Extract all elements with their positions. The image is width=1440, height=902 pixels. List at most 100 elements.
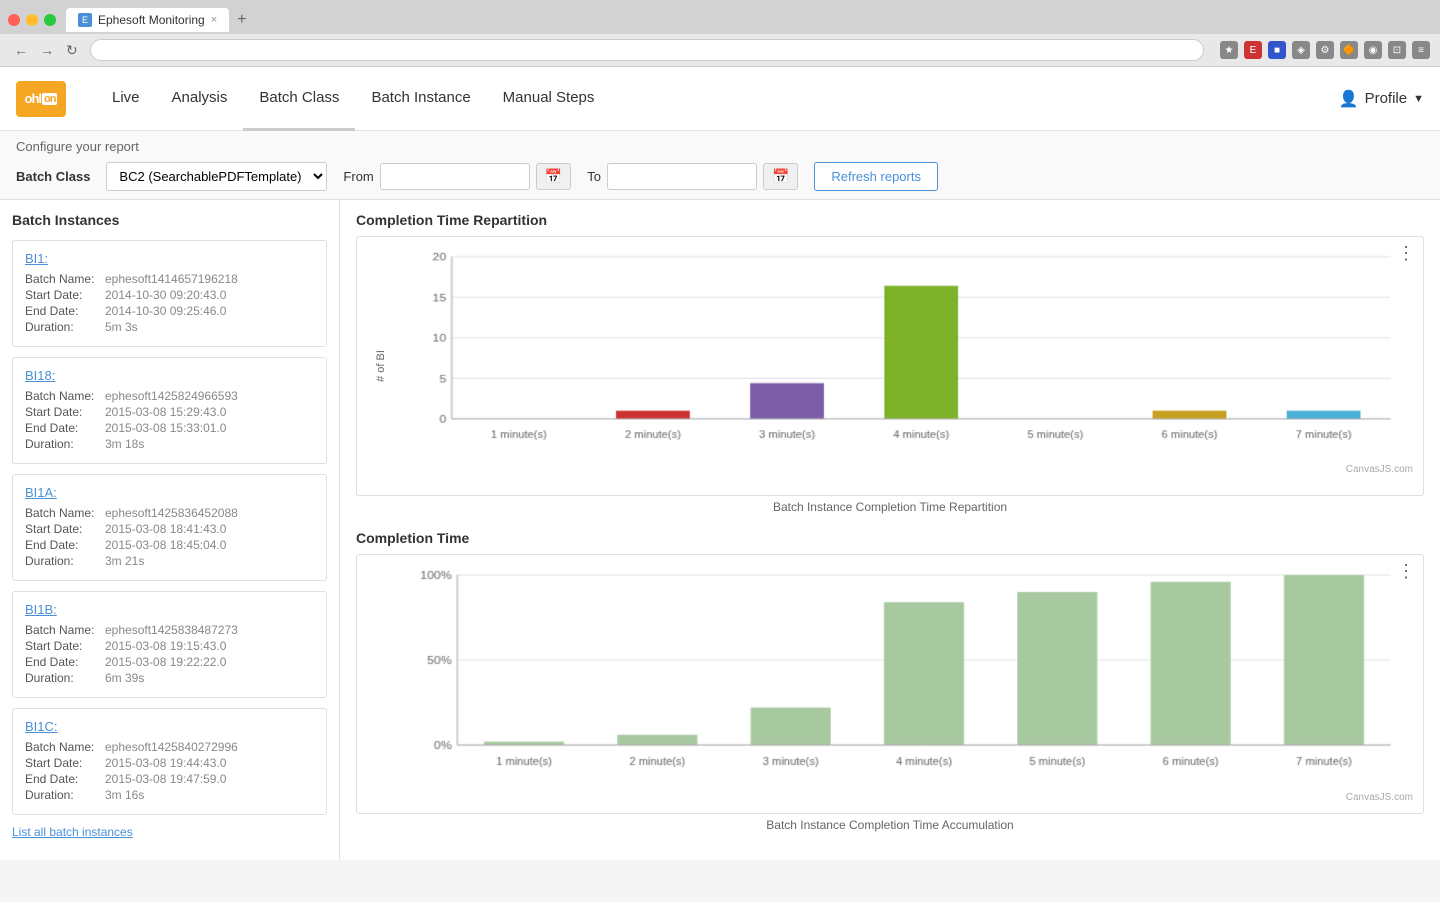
batch-name-label: Batch Name: — [25, 506, 105, 520]
end-date-value: 2015-03-08 18:45:04.0 — [105, 538, 226, 552]
close-window-btn[interactable] — [8, 14, 20, 26]
duration-value: 3m 18s — [105, 437, 144, 451]
from-date-group: From 📅 — [343, 163, 571, 190]
to-calendar-btn[interactable]: 📅 — [763, 163, 798, 190]
to-date-input[interactable] — [607, 163, 757, 190]
forward-btn[interactable]: → — [36, 40, 58, 61]
address-input[interactable]: localhost:18080/ohlon/batchclass — [90, 39, 1204, 61]
chart2-section: Completion Time ⋮ CanvasJS.com Batch Ins… — [356, 530, 1424, 832]
chart1-credit: CanvasJS.com — [407, 464, 1413, 475]
ext-icon-5[interactable]: 🔶 — [1340, 41, 1358, 59]
left-panel: Batch Instances BI1: Batch Name: ephesof… — [0, 200, 340, 860]
batch-name-value: ephesoft1425824966593 — [105, 389, 238, 403]
config-bar: Configure your report Batch Class BC2 (S… — [0, 131, 1440, 200]
batch-instances-title: Batch Instances — [12, 212, 327, 228]
tab-close-btn[interactable]: × — [211, 14, 217, 26]
batch-name-label: Batch Name: — [25, 272, 105, 286]
batch-item-id[interactable]: BI1B: — [25, 602, 314, 617]
ext-icon-1[interactable]: E — [1244, 41, 1262, 59]
bookmark-icon[interactable]: ★ — [1220, 41, 1238, 59]
duration-value: 6m 39s — [105, 671, 144, 685]
from-calendar-btn[interactable]: 📅 — [536, 163, 571, 190]
duration-label: Duration: — [25, 320, 105, 334]
nav-analysis[interactable]: Analysis — [156, 67, 244, 131]
refresh-reports-button[interactable]: Refresh reports — [814, 162, 938, 191]
ext-icon-7[interactable]: ⊡ — [1388, 41, 1406, 59]
ext-icon-4[interactable]: ⚙ — [1316, 41, 1334, 59]
minimize-window-btn[interactable] — [26, 14, 38, 26]
window-controls — [8, 14, 56, 26]
start-date-value: 2015-03-08 15:29:43.0 — [105, 405, 226, 419]
tab-bar: E Ephesoft Monitoring × + — [0, 0, 1440, 34]
top-nav: ohlon Live Analysis Batch Class Batch In… — [0, 67, 1440, 131]
batch-item-id[interactable]: BI1C: — [25, 719, 314, 734]
end-date-label: End Date: — [25, 421, 105, 435]
profile-icon: 👤 — [1339, 89, 1359, 109]
nav-live[interactable]: Live — [96, 67, 156, 131]
nav-batch-instance[interactable]: Batch Instance — [355, 67, 486, 131]
batch-name-label: Batch Name: — [25, 389, 105, 403]
tab-title: Ephesoft Monitoring — [98, 13, 205, 27]
duration-value: 3m 16s — [105, 788, 144, 802]
nav-batch-class[interactable]: Batch Class — [243, 67, 355, 131]
ext-icon-2[interactable]: ■ — [1268, 41, 1286, 59]
logo-box: ohlon — [16, 81, 66, 117]
start-date-label: Start Date: — [25, 288, 105, 302]
chart2-container: ⋮ CanvasJS.com — [356, 554, 1424, 814]
start-date-value: 2014-10-30 09:20:43.0 — [105, 288, 226, 302]
start-date-label: Start Date: — [25, 522, 105, 536]
end-date-value: 2014-10-30 09:25:46.0 — [105, 304, 226, 318]
chart1-y-label: # of BI — [375, 350, 387, 382]
duration-label: Duration: — [25, 437, 105, 451]
chart1-title: Completion Time Repartition — [356, 212, 1424, 228]
chart1-more-btn[interactable]: ⋮ — [1397, 243, 1415, 264]
profile-label: Profile — [1365, 90, 1408, 107]
active-tab[interactable]: E Ephesoft Monitoring × — [66, 8, 229, 32]
right-panel: Completion Time Repartition ⋮ # of BI Ca… — [340, 200, 1440, 860]
start-date-label: Start Date: — [25, 756, 105, 770]
browser-toolbar-icons: ★ E ■ ◈ ⚙ 🔶 ◉ ⊡ ≡ — [1220, 41, 1430, 59]
batch-item: BI1A: Batch Name: ephesoft1425836452088 … — [12, 474, 327, 581]
main-content: Batch Instances BI1: Batch Name: ephesof… — [0, 200, 1440, 860]
nav-manual-steps[interactable]: Manual Steps — [487, 67, 611, 131]
browser-chrome: E Ephesoft Monitoring × + ← → ↻ localhos… — [0, 0, 1440, 67]
reload-btn[interactable]: ↻ — [62, 40, 82, 61]
chart1-container: ⋮ # of BI CanvasJS.com — [356, 236, 1424, 496]
new-tab-btn[interactable]: + — [229, 6, 254, 34]
duration-value: 3m 21s — [105, 554, 144, 568]
batch-item: BI1: Batch Name: ephesoft1414657196218 S… — [12, 240, 327, 347]
start-date-label: Start Date: — [25, 405, 105, 419]
main-nav: Live Analysis Batch Class Batch Instance… — [96, 67, 1339, 131]
batch-class-select[interactable]: BC2 (SearchablePDFTemplate) — [106, 162, 327, 191]
chart2-canvas — [407, 565, 1413, 785]
batch-item-id[interactable]: BI18: — [25, 368, 314, 383]
start-date-value: 2015-03-08 19:44:43.0 — [105, 756, 226, 770]
batch-name-label: Batch Name: — [25, 740, 105, 754]
list-all-link[interactable]: List all batch instances — [12, 825, 327, 839]
chart2-credit: CanvasJS.com — [407, 792, 1413, 803]
chart2-title: Completion Time — [356, 530, 1424, 546]
profile-chevron: ▼ — [1413, 93, 1424, 105]
batch-item: BI1C: Batch Name: ephesoft1425840272996 … — [12, 708, 327, 815]
to-label: To — [587, 169, 601, 184]
ext-icon-3[interactable]: ◈ — [1292, 41, 1310, 59]
batch-item-id[interactable]: BI1: — [25, 251, 314, 266]
batch-item: BI18: Batch Name: ephesoft1425824966593 … — [12, 357, 327, 464]
address-bar: ← → ↻ localhost:18080/ohlon/batchclass ★… — [0, 34, 1440, 66]
duration-label: Duration: — [25, 554, 105, 568]
end-date-value: 2015-03-08 19:47:59.0 — [105, 772, 226, 786]
back-btn[interactable]: ← — [10, 40, 32, 61]
batch-class-label: Batch Class — [16, 169, 90, 184]
profile-dropdown[interactable]: 👤 Profile ▼ — [1339, 89, 1424, 109]
menu-btn[interactable]: ≡ — [1412, 41, 1430, 59]
maximize-window-btn[interactable] — [44, 14, 56, 26]
start-date-value: 2015-03-08 18:41:43.0 — [105, 522, 226, 536]
chart2-more-btn[interactable]: ⋮ — [1397, 561, 1415, 582]
batch-name-value: ephesoft1414657196218 — [105, 272, 238, 286]
duration-label: Duration: — [25, 671, 105, 685]
batch-item-id[interactable]: BI1A: — [25, 485, 314, 500]
batch-name-value: ephesoft1425840272996 — [105, 740, 238, 754]
end-date-label: End Date: — [25, 538, 105, 552]
from-date-input[interactable] — [380, 163, 530, 190]
ext-icon-6[interactable]: ◉ — [1364, 41, 1382, 59]
